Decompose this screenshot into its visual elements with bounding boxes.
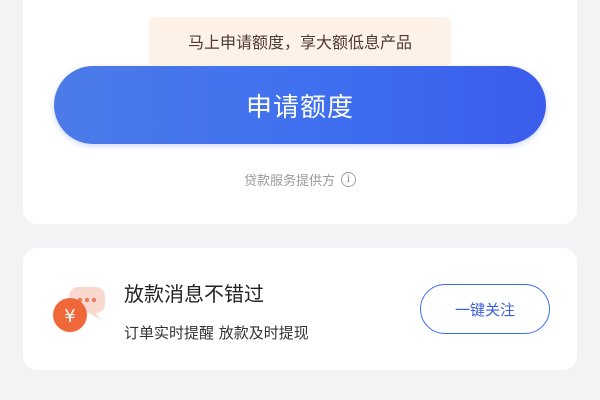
loan-provider-text: 贷款服务提供方 xyxy=(243,174,335,189)
svg-text:¥: ¥ xyxy=(64,306,75,327)
yuan-coin-chat-icon: ¥ xyxy=(49,282,109,338)
notification-title: 放款消息不错过 xyxy=(124,282,264,306)
promo-tag-text: 马上申请额度，享大额低息产品 xyxy=(187,33,412,52)
apply-credit-button-label: 申请额度 xyxy=(245,92,354,123)
notification-subtitle: 订单实时提醒 放款及时提现 xyxy=(124,324,309,342)
promo-tag: 马上申请额度，享大额低息产品 xyxy=(149,17,451,65)
follow-button[interactable]: 一键关注 xyxy=(420,284,550,334)
apply-credit-button[interactable]: 申请额度 xyxy=(54,66,546,144)
notification-card: ¥ 放款消息不错过 订单实时提醒 放款及时提现 一键关注 xyxy=(23,248,577,370)
follow-button-label: 一键关注 xyxy=(454,300,515,319)
info-icon[interactable]: i xyxy=(341,172,356,187)
loan-provider-link[interactable]: 贷款服务提供方 i xyxy=(0,170,600,189)
